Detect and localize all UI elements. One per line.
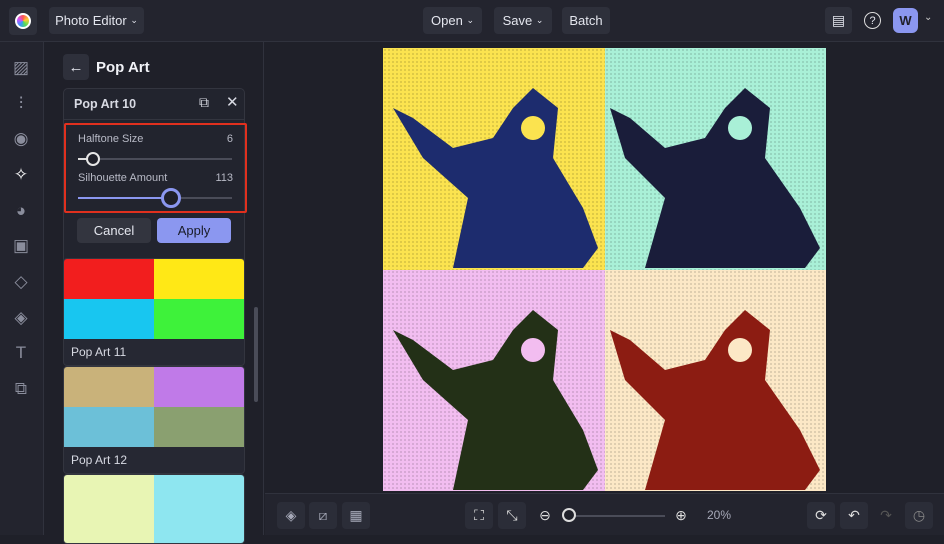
apply-button[interactable]: Apply: [157, 218, 231, 243]
open-button[interactable]: Open ⌄: [423, 7, 482, 34]
zoom-level: 20%: [707, 508, 732, 522]
history-icon[interactable]: ◷: [905, 502, 933, 529]
compare-icon[interactable]: ⧄: [309, 502, 337, 529]
save-button[interactable]: Save ⌄: [494, 7, 552, 34]
photo-editor-menu[interactable]: Photo Editor ⌄: [49, 7, 144, 34]
silhouette-amount-value: 113: [215, 172, 233, 184]
pop-art-quadrant-mint: [604, 48, 826, 270]
open-label: Open: [431, 13, 463, 28]
grid-icon[interactable]: ▦: [342, 502, 370, 529]
preset-pop-art-11[interactable]: Pop Art 11: [63, 258, 245, 366]
slider-group: Halftone Size 6 Silhouette Amount 113: [64, 123, 247, 213]
halftone-size-slider[interactable]: [78, 158, 232, 160]
help-icon[interactable]: ?: [859, 7, 886, 34]
preset-thumbnail: [64, 367, 244, 447]
zoom-in-icon[interactable]: ⊕: [667, 502, 695, 529]
chevron-down-icon[interactable]: ⌄: [924, 12, 932, 23]
zoom-handle[interactable]: [562, 508, 576, 522]
layers-icon[interactable]: ◈: [277, 502, 305, 529]
overlay-icon[interactable]: ◈: [10, 307, 32, 329]
preset-label: Pop Art 11: [71, 345, 127, 359]
pop-art-quadrant-yellow: [383, 48, 605, 270]
close-icon[interactable]: ✕: [226, 93, 239, 111]
chevron-down-icon: ⌄: [130, 15, 138, 25]
halftone-size-label: Halftone Size: [78, 133, 144, 145]
arrow-left-icon: ←: [68, 58, 84, 76]
user-avatar[interactable]: W: [893, 8, 918, 33]
photo-canvas[interactable]: [383, 48, 826, 491]
fit-screen-icon[interactable]: ⛶: [465, 502, 493, 529]
halftone-size-value: 6: [226, 133, 233, 145]
halftone-size-handle[interactable]: [86, 152, 100, 166]
eye-icon[interactable]: ◉: [10, 128, 32, 150]
pop-art-quadrant-pink: [383, 269, 605, 491]
pop-art-quadrant-cream: [604, 269, 826, 491]
panel-title: Pop Art: [96, 59, 150, 76]
silhouette-amount-handle[interactable]: [161, 188, 181, 208]
bottom-toolbar: ◈ ⧄ ▦ ⛶ ⤡ ⊖ ⊕ 20% ⟳ ↶ ↷ ◷: [265, 493, 944, 535]
effect-name: Pop Art 10: [74, 97, 137, 111]
reset-icon[interactable]: ⟳: [807, 502, 835, 529]
app-logo[interactable]: [9, 7, 37, 35]
comments-icon[interactable]: ▤: [825, 7, 852, 34]
effects-panel: ← Pop Art Pop Art 10 ⧉ ✕ Halftone Size 6…: [44, 42, 264, 544]
effects-icon[interactable]: ✧: [10, 164, 32, 186]
tool-rail: ▨ ⫶ ◉ ✧ ◕ ▣ ◇ ◈ T ⧉: [0, 42, 44, 535]
preset-label: Pop Art 12: [71, 453, 128, 467]
preset-thumbnail: [64, 259, 244, 339]
preset-pop-art-12[interactable]: Pop Art 12: [63, 366, 245, 474]
panel-scrollbar[interactable]: [254, 307, 258, 402]
zoom-out-icon[interactable]: ⊖: [531, 502, 559, 529]
zoom-slider[interactable]: [565, 515, 665, 517]
image-icon[interactable]: ▨: [10, 57, 32, 79]
back-button[interactable]: ←: [63, 54, 89, 80]
preset-pop-art-13[interactable]: [63, 474, 245, 544]
adjustments-icon[interactable]: ⫶: [10, 93, 32, 115]
chevron-down-icon: ⌄: [466, 15, 474, 25]
chevron-down-icon: ⌄: [535, 15, 544, 25]
frame-icon[interactable]: ▣: [10, 235, 32, 257]
undo-icon[interactable]: ↶: [840, 502, 868, 529]
silhouette-amount-label: Silhouette Amount: [78, 172, 168, 184]
layers-graphic-icon[interactable]: ⧉: [10, 378, 32, 400]
cancel-button[interactable]: Cancel: [77, 218, 151, 243]
redo-icon[interactable]: ↷: [872, 502, 900, 529]
duplicate-icon[interactable]: ⧉: [199, 94, 209, 111]
actual-size-icon[interactable]: ⤡: [498, 502, 526, 529]
menu-label: Photo Editor: [55, 13, 127, 28]
shapes-icon[interactable]: ◇: [10, 271, 32, 293]
batch-button[interactable]: Batch: [562, 7, 610, 34]
silhouette-fill: [78, 197, 170, 199]
save-label: Save: [502, 13, 533, 28]
top-bar: Photo Editor ⌄ Open ⌄ Save ⌄ Batch ▤ ? W…: [0, 0, 944, 42]
palette-icon[interactable]: ◕: [10, 200, 32, 222]
logo-icon: [15, 13, 31, 29]
text-icon[interactable]: T: [10, 342, 32, 364]
